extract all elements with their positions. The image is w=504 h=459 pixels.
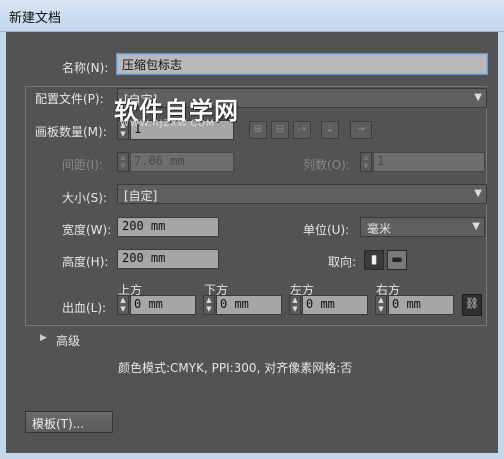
bleed-link-button[interactable]: ⛓ xyxy=(462,294,482,316)
templates-button[interactable]: 模板(T)... xyxy=(25,411,113,433)
portrait-orientation-button[interactable]: ▮ xyxy=(364,250,384,270)
columns-stepper[interactable]: ▲ ▼ xyxy=(360,152,372,172)
width-label: 宽度(W): xyxy=(62,223,112,237)
watermark-url: WWW.RJZXW.COM xyxy=(120,119,215,129)
bleed-right-stepper[interactable]: ▲ ▼ xyxy=(375,295,387,315)
spacing-input[interactable]: 7.06 mm xyxy=(130,152,234,172)
document-info-text: 颜色模式:CMYK, PPI:300, 对齐像素网格:否 xyxy=(118,361,353,375)
spacing-stepper[interactable]: ▲ ▼ xyxy=(117,152,129,172)
stepper-down-icon: ▼ xyxy=(120,130,126,138)
grid-by-column-icon[interactable]: ⊟ xyxy=(271,121,289,139)
bleed-label: 出血(L): xyxy=(62,301,107,315)
chevron-down-icon: ▼ xyxy=(474,188,482,199)
stepper-down-icon: ▼ xyxy=(120,162,126,170)
chevron-down-icon: ▼ xyxy=(472,221,480,232)
name-label: 名称(N): xyxy=(62,61,109,75)
right-to-left-icon[interactable]: → xyxy=(350,121,372,139)
bleed-left-input[interactable]: 0 mm xyxy=(302,295,368,315)
stepper-up-icon: ▲ xyxy=(206,296,212,304)
arrange-by-row-icon[interactable]: ⇢ xyxy=(293,121,311,139)
window-frame-left xyxy=(0,32,6,459)
stepper-up-icon: ▲ xyxy=(378,296,384,304)
stepper-down-icon: ▼ xyxy=(378,305,384,313)
stepper-up-icon: ▲ xyxy=(120,153,126,161)
stepper-up-icon: ▲ xyxy=(363,153,369,161)
artboard-count-label: 画板数量(M): xyxy=(35,125,107,139)
stepper-up-icon: ▲ xyxy=(292,296,298,304)
window-title: 新建文档 xyxy=(9,11,62,26)
title-bar: 新建文档 xyxy=(0,0,504,32)
landscape-orientation-button[interactable]: ▬ xyxy=(387,250,407,270)
bleed-bottom-stepper[interactable]: ▲ ▼ xyxy=(203,295,215,315)
grid-by-row-icon[interactable]: ⊞ xyxy=(249,121,267,139)
bleed-right-input[interactable]: 0 mm xyxy=(388,295,454,315)
bleed-left-stepper[interactable]: ▲ ▼ xyxy=(289,295,301,315)
chain-link-icon: ⛓ xyxy=(465,297,479,310)
spacing-label: 间距(I): xyxy=(62,158,103,172)
columns-input[interactable]: 1 xyxy=(373,152,485,172)
expand-triangle-icon[interactable]: ▶ xyxy=(40,333,47,343)
orientation-label: 取向: xyxy=(328,255,357,269)
window-frame-right xyxy=(498,32,504,459)
stepper-down-icon: ▼ xyxy=(292,305,298,313)
document-name-input[interactable]: 压缩包标志 xyxy=(117,54,487,74)
chevron-down-icon: ▼ xyxy=(474,92,482,103)
stepper-down-icon: ▼ xyxy=(206,305,212,313)
stepper-up-icon: ▲ xyxy=(120,296,126,304)
stepper-down-icon: ▼ xyxy=(363,162,369,170)
profile-label: 配置文件(P): xyxy=(35,90,106,107)
columns-label: 列数(O): xyxy=(303,158,350,172)
bleed-bottom-input[interactable]: 0 mm xyxy=(216,295,282,315)
units-dropdown-value: 毫米 xyxy=(367,222,392,236)
units-dropdown[interactable]: 毫米 ▼ xyxy=(360,217,485,237)
bleed-top-input[interactable]: 0 mm xyxy=(130,295,196,315)
stepper-down-icon: ▼ xyxy=(120,305,126,313)
arrange-by-column-icon[interactable]: ⇣ xyxy=(321,121,339,139)
advanced-label[interactable]: 高级 xyxy=(56,332,80,349)
size-dropdown[interactable]: [自定] ▼ xyxy=(117,184,487,204)
size-dropdown-value: [自定] xyxy=(124,189,158,203)
window-frame-bottom xyxy=(0,453,504,459)
portrait-icon: ▮ xyxy=(370,252,378,266)
size-label: 大小(S): xyxy=(62,191,108,205)
height-input[interactable]: 200 mm xyxy=(117,249,219,269)
height-label: 高度(H): xyxy=(62,255,109,269)
bleed-top-stepper[interactable]: ▲ ▼ xyxy=(117,295,129,315)
units-label: 单位(U): xyxy=(303,223,350,237)
width-input[interactable]: 200 mm xyxy=(117,217,219,237)
landscape-icon: ▬ xyxy=(391,252,403,266)
